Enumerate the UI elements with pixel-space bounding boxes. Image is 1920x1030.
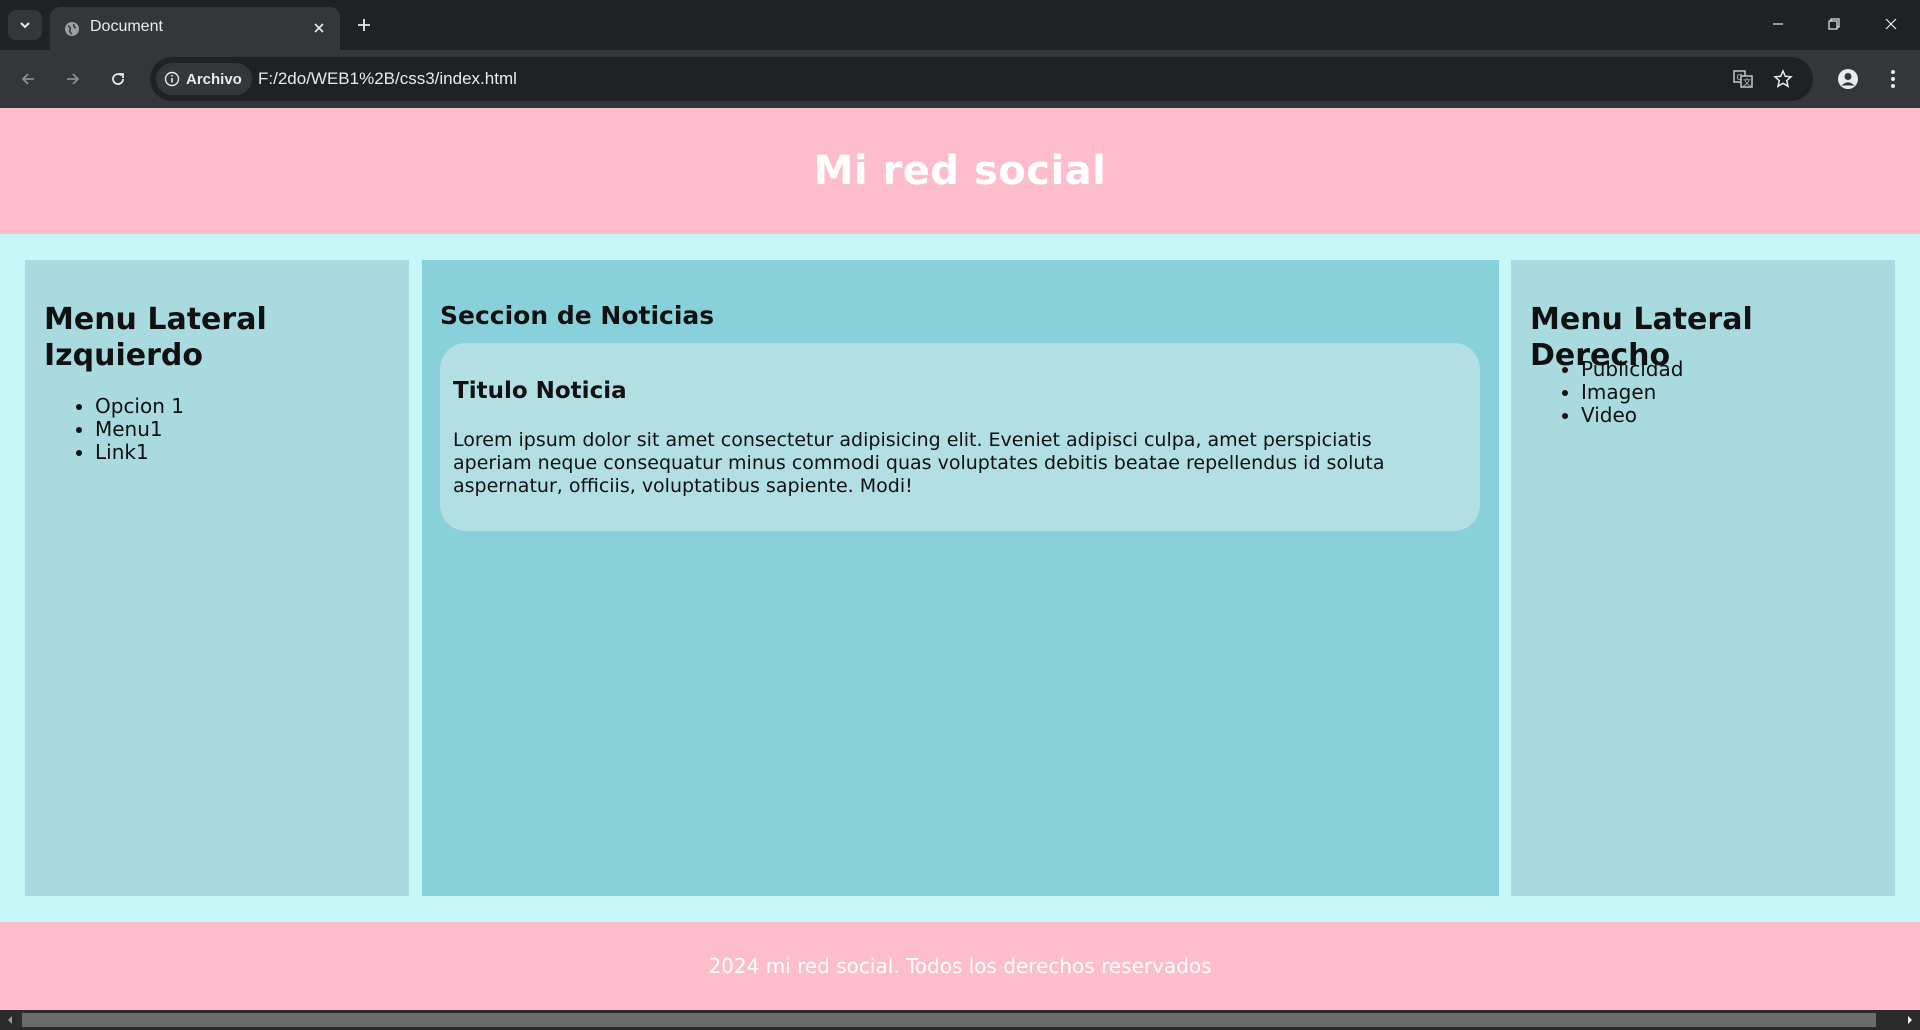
translate-icon: G文 <box>1733 70 1753 88</box>
close-icon <box>1885 18 1897 30</box>
close-tab-button[interactable] <box>310 19 328 37</box>
minimize-icon <box>1773 23 1783 25</box>
page-viewport: Mi red social Menu Lateral Izquierdo Opc… <box>0 108 1920 1010</box>
right-sidebar: Menu Lateral Derecho Publicidad Imagen V… <box>1511 260 1895 896</box>
left-sidebar-item: Opcion 1 <box>95 395 184 418</box>
left-sidebar-item: Link1 <box>95 441 184 464</box>
right-sidebar-item: Video <box>1581 404 1683 427</box>
translate-button[interactable]: G文 <box>1731 67 1755 91</box>
menu-button[interactable] <box>1879 65 1907 93</box>
triangle-left-icon <box>8 1016 12 1024</box>
left-sidebar-list: Opcion 1 Menu1 Link1 <box>76 395 184 464</box>
article-title: Titulo Noticia <box>453 378 627 404</box>
news-section: Seccion de Noticias Titulo Noticia Lorem… <box>422 260 1499 896</box>
scroll-left-button[interactable] <box>0 1010 20 1030</box>
close-window-button[interactable] <box>1871 8 1911 40</box>
url-text[interactable]: F:/2do/WEB1%2B/css3/index.html <box>258 69 517 89</box>
restore-button[interactable] <box>1814 8 1854 40</box>
star-icon <box>1773 69 1793 88</box>
more-vert-icon <box>1891 70 1895 88</box>
article-body: Lorem ipsum dolor sit amet consectetur a… <box>453 429 1385 497</box>
left-sidebar-item: Menu1 <box>95 418 184 441</box>
site-info-chip[interactable]: Archivo <box>156 63 252 95</box>
left-sidebar-title: Menu Lateral Izquierdo <box>44 302 267 373</box>
reload-icon <box>112 73 124 85</box>
news-section-title: Seccion de Noticias <box>440 301 715 330</box>
right-sidebar-list: Publicidad Imagen Video <box>1562 358 1683 427</box>
arrow-left-icon <box>21 73 34 85</box>
site-info-label: Archivo <box>186 70 242 88</box>
site-footer: 2024 mi red social. Todos los derechos r… <box>0 922 1920 1010</box>
arrow-right-icon <box>67 73 80 85</box>
back-button[interactable] <box>14 65 42 93</box>
forward-button[interactable] <box>59 65 87 93</box>
news-article-card: Titulo Noticia Lorem ipsum dolor sit ame… <box>440 343 1480 531</box>
site-title: Mi red social <box>813 148 1107 194</box>
right-sidebar-item: Publicidad <box>1581 358 1683 381</box>
scroll-right-button[interactable] <box>1900 1010 1920 1030</box>
chevron-down-icon <box>20 22 30 29</box>
reload-button[interactable] <box>104 65 132 93</box>
footer-text: 2024 mi red social. Todos los derechos r… <box>708 954 1212 978</box>
left-sidebar: Menu Lateral Izquierdo Opcion 1 Menu1 Li… <box>25 260 409 896</box>
scrollbar-thumb[interactable] <box>22 1013 1876 1027</box>
close-icon <box>314 23 324 33</box>
address-bar[interactable]: Archivo F:/2do/WEB1%2B/css3/index.html G… <box>150 57 1813 101</box>
info-icon <box>164 71 180 87</box>
site-header: Mi red social <box>0 108 1920 234</box>
tab-title: Document <box>90 18 163 35</box>
bookmark-button[interactable] <box>1771 67 1795 91</box>
plus-icon <box>358 19 370 31</box>
new-tab-button[interactable] <box>352 13 376 37</box>
globe-icon <box>65 22 79 36</box>
profile-button[interactable] <box>1834 65 1862 93</box>
browser-toolbar: Archivo F:/2do/WEB1%2B/css3/index.html G… <box>0 50 1920 108</box>
profile-icon <box>1838 69 1858 89</box>
minimize-button[interactable] <box>1758 8 1798 40</box>
browser-tab[interactable]: Document <box>50 7 340 50</box>
triangle-right-icon <box>1908 1016 1912 1024</box>
right-sidebar-item: Imagen <box>1581 381 1683 404</box>
svg-text:文: 文 <box>1743 77 1751 87</box>
horizontal-scrollbar[interactable] <box>0 1010 1920 1030</box>
browser-tab-strip: Document <box>0 0 1920 50</box>
restore-icon <box>1828 18 1840 30</box>
tab-search-button[interactable] <box>8 10 42 40</box>
